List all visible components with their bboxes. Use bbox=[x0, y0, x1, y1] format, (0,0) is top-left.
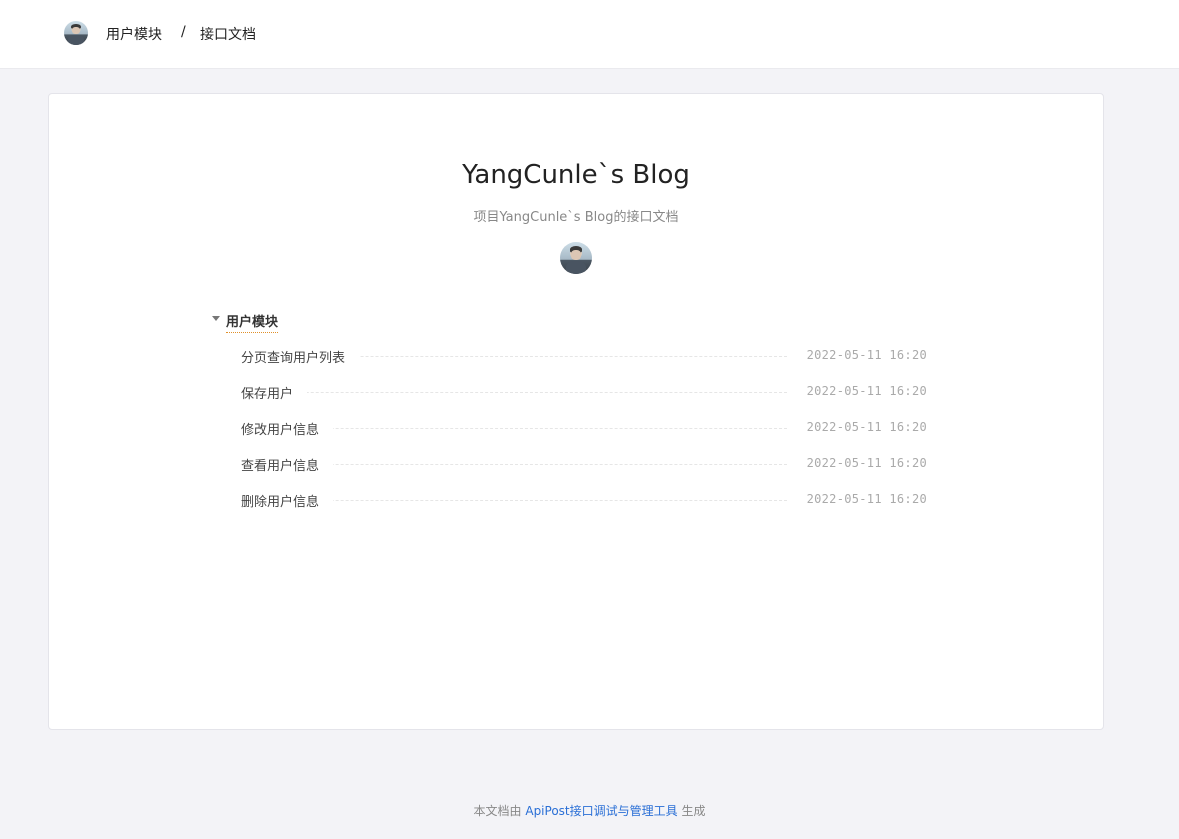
api-list-item[interactable]: 查看用户信息 2022-05-11 16:20 bbox=[241, 455, 927, 475]
api-name[interactable]: 查看用户信息 bbox=[241, 455, 334, 474]
breadcrumb-current: 接口文档 bbox=[200, 27, 256, 43]
api-date: 2022-05-11 16:20 bbox=[806, 492, 927, 506]
breadcrumb-separator: / bbox=[181, 24, 186, 40]
page-subtitle: 项目YangCunle`s Blog的接口文档 bbox=[473, 210, 679, 225]
page-title: YangCunle`s Blog bbox=[462, 160, 690, 190]
api-name[interactable]: 修改用户信息 bbox=[241, 419, 334, 438]
breadcrumb-project[interactable]: 用户模块 bbox=[106, 24, 162, 44]
api-name[interactable]: 删除用户信息 bbox=[241, 491, 334, 510]
group-title[interactable]: 用户模块 bbox=[226, 311, 279, 333]
avatar[interactable] bbox=[64, 21, 88, 45]
api-list-item[interactable]: 删除用户信息 2022-05-11 16:20 bbox=[241, 491, 927, 511]
row-divider bbox=[241, 392, 787, 393]
api-list-item[interactable]: 保存用户 2022-05-11 16:20 bbox=[241, 383, 927, 403]
footer: 本文档由 ApiPost接口调试与管理工具 生成 bbox=[0, 802, 1179, 819]
api-date: 2022-05-11 16:20 bbox=[806, 384, 927, 398]
footer-suffix: 生成 bbox=[677, 804, 706, 818]
api-list-item[interactable]: 修改用户信息 2022-05-11 16:20 bbox=[241, 419, 927, 439]
api-date: 2022-05-11 16:20 bbox=[806, 348, 927, 362]
api-name[interactable]: 分页查询用户列表 bbox=[241, 347, 360, 366]
caret-down-icon[interactable] bbox=[212, 316, 220, 321]
api-list-item[interactable]: 分页查询用户列表 2022-05-11 16:20 bbox=[241, 347, 927, 367]
api-date: 2022-05-11 16:20 bbox=[806, 420, 927, 434]
api-name[interactable]: 保存用户 bbox=[241, 383, 308, 402]
api-date: 2022-05-11 16:20 bbox=[806, 456, 927, 470]
top-bar: 用户模块 / 接口文档 bbox=[0, 0, 1179, 69]
footer-link[interactable]: ApiPost接口调试与管理工具 bbox=[525, 804, 677, 818]
doc-card: YangCunle`s Blog 项目YangCunle`s Blog的接口文档… bbox=[48, 93, 1104, 730]
project-avatar bbox=[560, 242, 592, 274]
footer-prefix: 本文档由 bbox=[473, 804, 526, 818]
